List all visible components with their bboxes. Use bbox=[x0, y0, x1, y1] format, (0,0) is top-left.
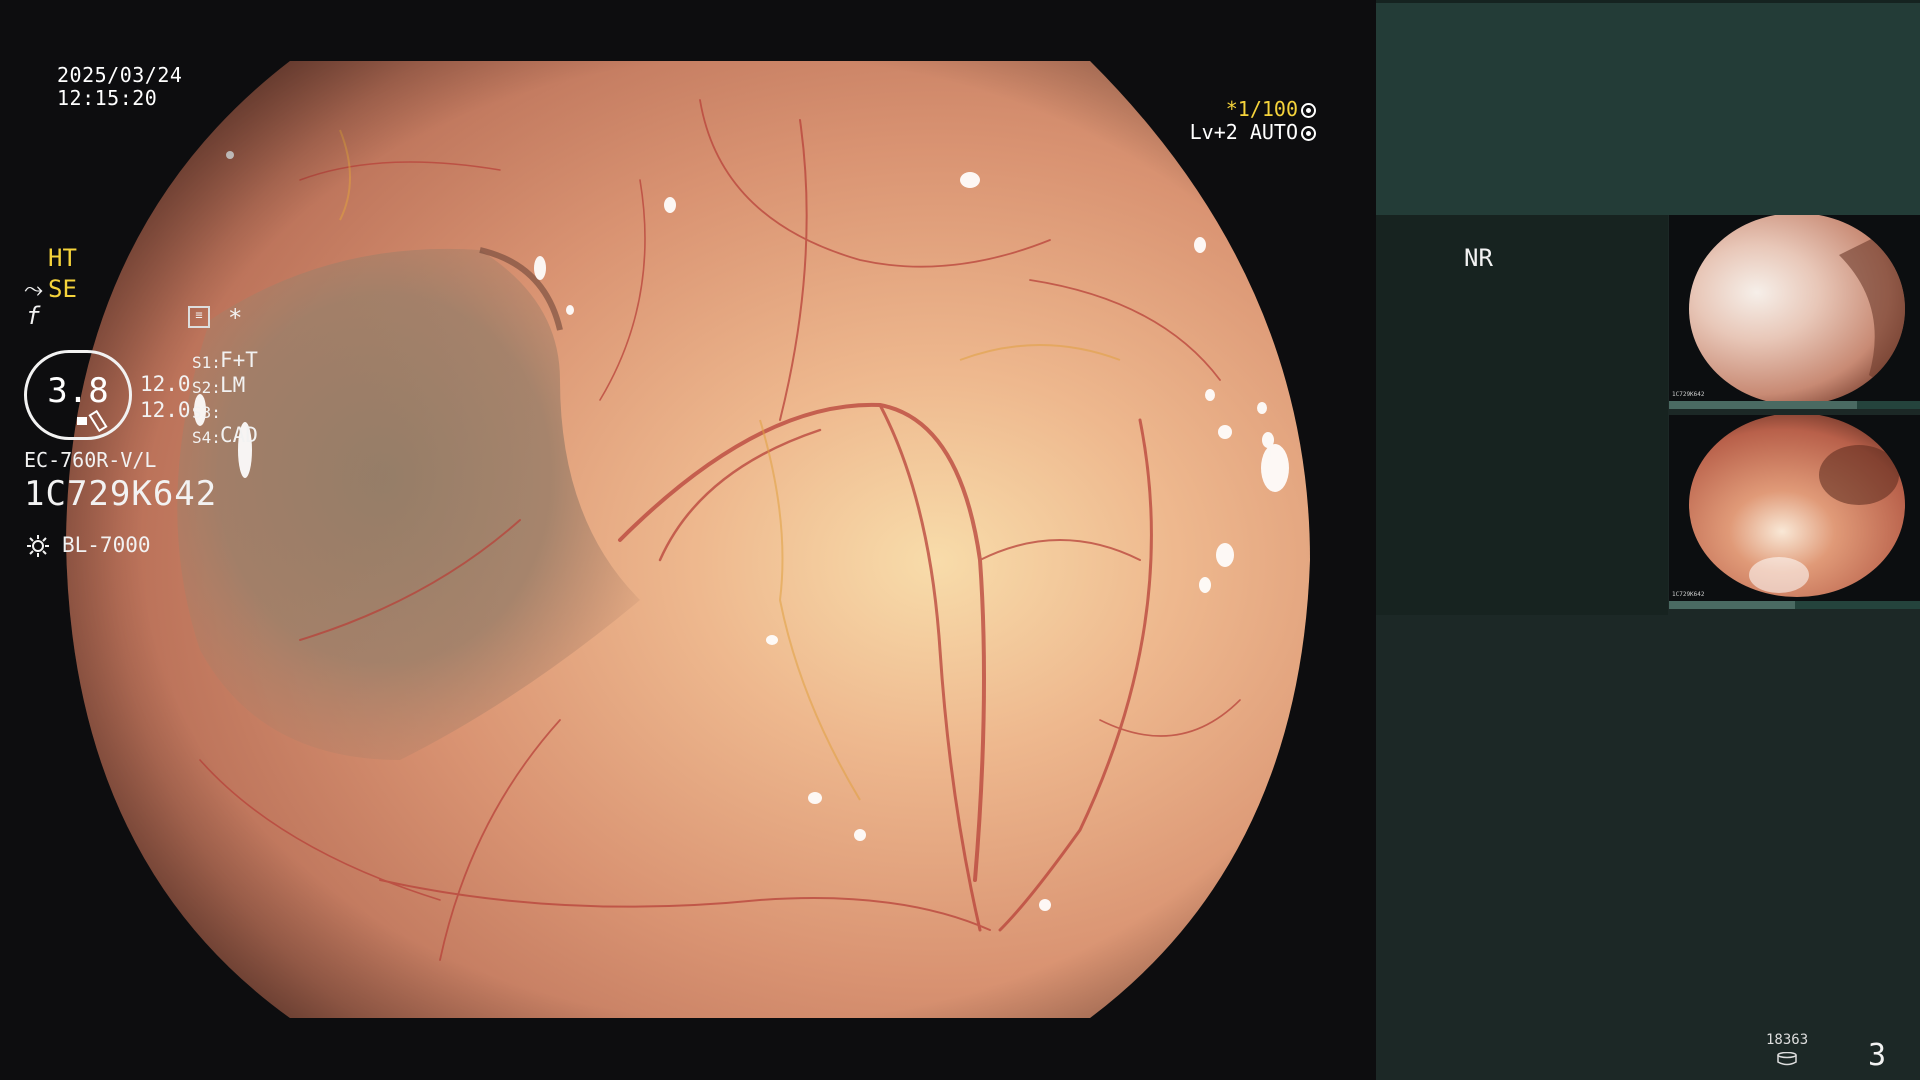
se-icon: ⤳ bbox=[24, 275, 44, 303]
panel-header-area bbox=[1376, 0, 1920, 215]
exposure-readout: *1/100 Lv+2 AUTO bbox=[1190, 98, 1316, 144]
setting-value-s2: LM bbox=[220, 373, 246, 397]
setting-key-s3: S3: bbox=[192, 403, 221, 422]
page-number: 3 bbox=[1868, 1038, 1887, 1073]
shutter-icon bbox=[1301, 103, 1316, 118]
thumbnail-progress-fill bbox=[1669, 601, 1795, 609]
thumbnail-image bbox=[1689, 215, 1905, 405]
capture-thumbnail[interactable]: 1C729K642 bbox=[1669, 415, 1920, 609]
thumbnail-image bbox=[1689, 415, 1905, 597]
capture-thumbnail[interactable]: 1C729K642 bbox=[1669, 215, 1920, 409]
mode-ht: HT bbox=[48, 244, 77, 272]
value-1: 12.0 bbox=[140, 372, 191, 396]
endoscopy-screen: 2025/03/24 12:15:20 *1/100 Lv+2 AUTO ⤳ H… bbox=[0, 0, 1920, 1080]
gauge-needle-icon bbox=[88, 409, 108, 433]
gauge-value: 3.8 bbox=[47, 371, 109, 411]
mode-se: SE bbox=[48, 275, 77, 303]
endoscope-view: 2025/03/24 12:15:20 *1/100 Lv+2 AUTO bbox=[0, 0, 1376, 1080]
menu-icon: ≡ bbox=[188, 306, 210, 328]
enhancement-icon: f bbox=[26, 302, 41, 330]
date-text: 2025/03/24 bbox=[57, 63, 183, 87]
time-text: 12:15:20 bbox=[57, 86, 158, 110]
storage-icon bbox=[1777, 1052, 1797, 1066]
shutter-speed: 1/100 bbox=[1237, 97, 1298, 121]
endoscope-image bbox=[66, 61, 1310, 1018]
processor-settings-area bbox=[1376, 215, 1668, 615]
mode-nr: NR bbox=[1464, 244, 1493, 272]
thumbnail-progress bbox=[1669, 401, 1920, 409]
setting-key-s2: S2: bbox=[192, 378, 221, 397]
scope-serial: 1C729K642 bbox=[24, 474, 218, 514]
setting-value-s4: CAD bbox=[220, 423, 258, 447]
gauge-display: 3.8 bbox=[24, 350, 132, 440]
light-source-icon bbox=[27, 535, 49, 557]
gauge-mark bbox=[77, 417, 87, 425]
value-2: 12.0 bbox=[140, 398, 191, 422]
thumbnail-label: 1C729K642 bbox=[1672, 391, 1705, 398]
thumbnail-progress bbox=[1669, 601, 1920, 609]
datetime-readout: 2025/03/24 12:15:20 bbox=[57, 64, 182, 110]
setting-key-s1: S1: bbox=[192, 353, 221, 372]
storage-count: 18363 bbox=[1766, 1032, 1809, 1048]
light-source-model: BL-7000 bbox=[62, 533, 151, 557]
scope-model: EC-760R-V/L bbox=[24, 448, 157, 472]
shutter-prefix: * bbox=[1225, 97, 1238, 121]
thumbnail-progress-fill bbox=[1669, 401, 1858, 409]
iris-mode: Lv+2 AUTO bbox=[1189, 120, 1298, 144]
setting-key-s4: S4: bbox=[192, 428, 221, 447]
iris-icon bbox=[1301, 126, 1316, 141]
thumbnail-label: 1C729K642 bbox=[1672, 591, 1705, 598]
setting-value-s1: F+T bbox=[220, 348, 258, 372]
star-icon: * bbox=[228, 304, 243, 332]
